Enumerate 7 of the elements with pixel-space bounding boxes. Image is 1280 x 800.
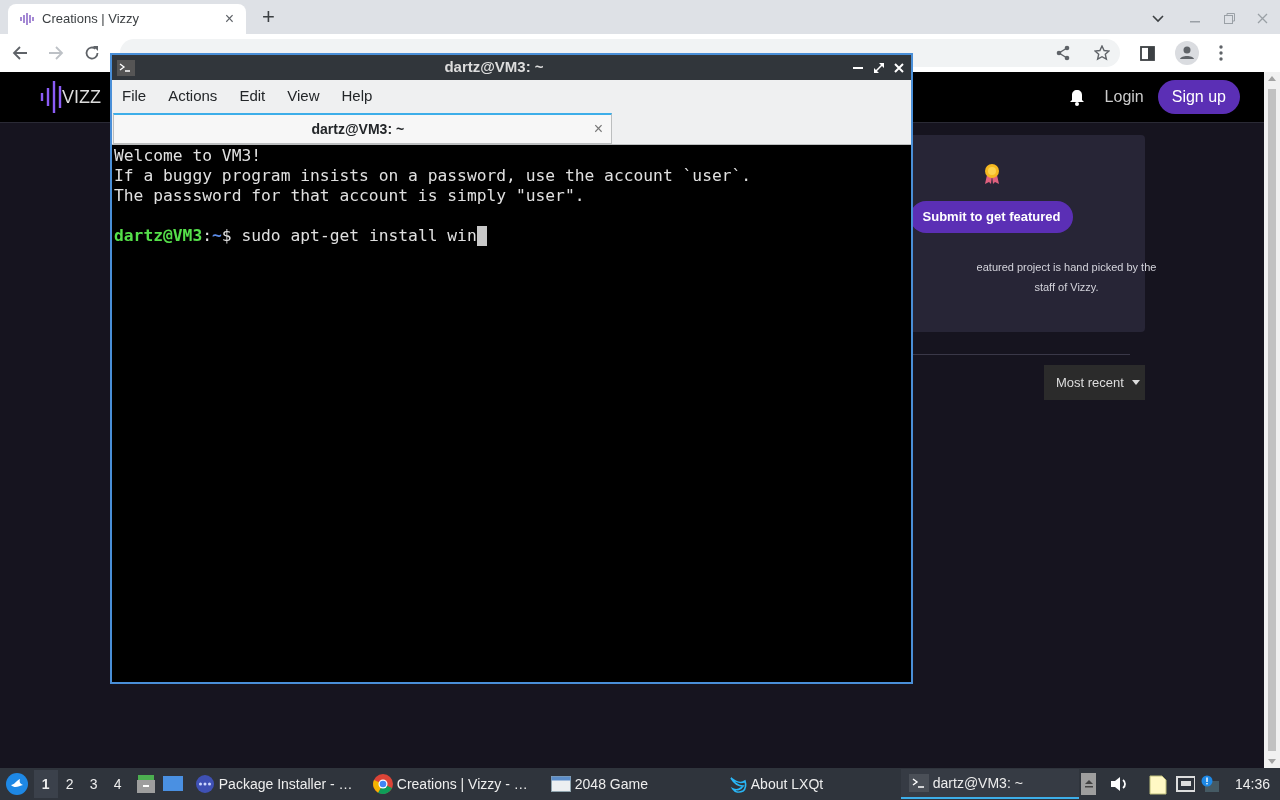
featured-description: eatured project is hand picked by the staff of Vizzy. (975, 260, 1158, 295)
terminal-line: Welcome to VM3! (114, 146, 262, 165)
prompt-line: dartz@VM3:~$ sudo apt-get install win (114, 226, 477, 246)
terminal-line: The passsword for that account is simply "user". (114, 186, 585, 205)
tab-title: Creations | Vizzy (42, 10, 141, 29)
window-title: dartz@VM3: ~ (444, 57, 544, 78)
terminal-line: If a buggy program insists on a password, use the account `user`. (114, 166, 752, 185)
